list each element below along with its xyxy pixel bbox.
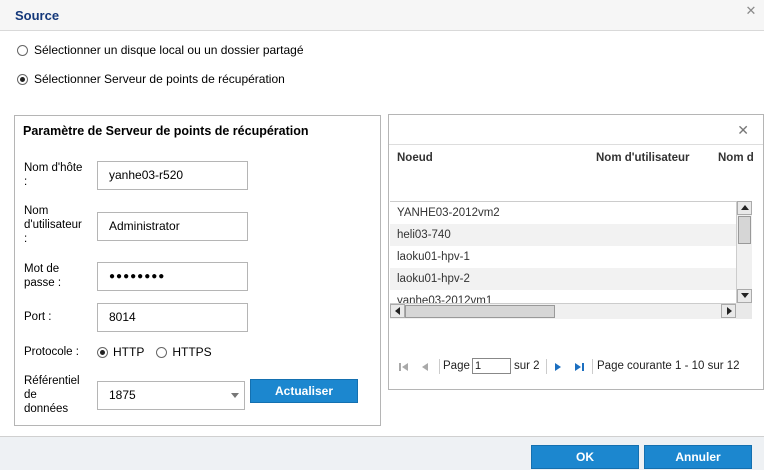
username-label: Nom d'utilisateur : [24, 204, 82, 246]
scroll-corner [736, 303, 752, 319]
table-row[interactable]: yanhe03-2012vm1 [390, 290, 736, 303]
table-row[interactable]: laoku01-hpv-1 [390, 246, 736, 268]
radio-https[interactable] [156, 346, 168, 358]
close-icon[interactable]: ✕ [744, 4, 758, 18]
scroll-thumb[interactable] [738, 216, 751, 244]
page-status: Page courante 1 - 10 sur 12 [597, 360, 740, 372]
page-label: Page [443, 360, 470, 372]
table-row[interactable]: laoku01-hpv-2 [390, 268, 736, 290]
datastore-label-line: Référentiel [24, 375, 80, 387]
datastore-value: 1875 [109, 388, 136, 402]
previous-page-icon[interactable] [419, 361, 431, 373]
column-header-name[interactable]: Nom d [718, 152, 754, 164]
datastore-label: Référentiel de données [24, 374, 80, 416]
scroll-thumb[interactable] [405, 305, 555, 318]
pager-separator [592, 359, 593, 374]
column-header-username[interactable]: Nom d'utilisateur [596, 152, 689, 164]
hostname-label-line: Nom d'hôte [24, 162, 83, 174]
scroll-up-button[interactable] [737, 201, 752, 215]
node-list-panel: ✕ Noeud Nom d'utilisateur Nom d YANHE03-… [388, 114, 764, 390]
protocol-https-label: HTTPS [172, 345, 212, 359]
close-icon[interactable]: ✕ [737, 122, 749, 139]
ok-button[interactable]: OK [531, 445, 639, 469]
hostname-label-line: : [24, 176, 28, 188]
scroll-left-button[interactable] [390, 304, 405, 318]
password-input[interactable]: ●●●●●●●● [97, 262, 248, 291]
protocol-http-label: HTTP [113, 345, 145, 359]
rps-settings-title: Paramètre de Serveur de points de récupé… [23, 124, 309, 138]
protocol-https-option[interactable]: HTTPS [156, 345, 212, 359]
source-option-local[interactable]: Sélectionner un disque local ou un dossi… [17, 43, 304, 57]
source-option-rps[interactable]: Sélectionner Serveur de points de récupé… [17, 72, 285, 86]
arrow-down-icon [741, 293, 749, 298]
username-label-line: Nom [24, 205, 49, 217]
username-input[interactable]: Administrator [97, 212, 248, 241]
next-page-icon[interactable] [552, 361, 564, 373]
radio-rps[interactable] [17, 73, 28, 85]
pagination-bar: Page 1 sur 2 Page courante 1 - 10 sur 12 [388, 357, 764, 377]
scroll-right-button[interactable] [721, 304, 736, 318]
rps-settings-panel: Paramètre de Serveur de points de récupé… [14, 115, 381, 426]
password-label: Mot de passe : [24, 262, 61, 290]
last-page-icon[interactable] [573, 361, 585, 373]
page-total-label: sur 2 [514, 360, 540, 372]
username-label-line: : [24, 233, 28, 245]
refresh-button[interactable]: Actualiser [250, 379, 358, 403]
password-label-line: passe : [24, 277, 62, 289]
page-number-input[interactable]: 1 [472, 358, 511, 374]
node-list-toolbar: ✕ [389, 115, 763, 145]
protocol-http-option[interactable]: HTTP [97, 345, 144, 359]
radio-http[interactable] [97, 346, 108, 358]
port-label: Port : [24, 311, 52, 323]
horizontal-scrollbar[interactable] [390, 303, 736, 319]
datastore-label-line: de [24, 389, 37, 401]
port-input[interactable]: 8014 [97, 303, 248, 332]
protocol-options: HTTP HTTPS [97, 345, 224, 359]
arrow-up-icon [741, 205, 749, 210]
datastore-select[interactable]: 1875 [97, 381, 245, 410]
pager-separator [439, 359, 440, 374]
dialog-footer: OK Annuler [0, 436, 764, 470]
chevron-down-icon [231, 393, 239, 398]
dialog-titlebar: Source ✕ [0, 0, 764, 31]
cancel-button[interactable]: Annuler [644, 445, 752, 469]
node-grid: YANHE03-2012vm2 heli03-740 laoku01-hpv-1… [390, 201, 736, 303]
table-row[interactable]: YANHE03-2012vm2 [390, 202, 736, 224]
dialog-title: Source [15, 8, 60, 23]
first-page-icon[interactable] [398, 361, 410, 373]
source-option-local-label: Sélectionner un disque local ou un dossi… [34, 43, 304, 57]
scroll-down-button[interactable] [737, 289, 752, 303]
vertical-scrollbar[interactable] [736, 201, 752, 303]
column-header-node[interactable]: Noeud [397, 152, 433, 164]
protocol-label: Protocole : [24, 346, 79, 358]
datastore-label-line: données [24, 403, 69, 415]
source-option-rps-label: Sélectionner Serveur de points de récupé… [34, 72, 285, 86]
pager-separator [546, 359, 547, 374]
table-row[interactable]: heli03-740 [390, 224, 736, 246]
hostname-label: Nom d'hôte : [24, 161, 82, 189]
password-label-line: Mot de [24, 263, 60, 275]
username-label-line: d'utilisateur [24, 219, 82, 231]
arrow-right-icon [727, 307, 732, 315]
hostname-input[interactable]: yanhe03-r520 [97, 161, 248, 190]
radio-local[interactable] [17, 44, 28, 56]
arrow-left-icon [395, 307, 400, 315]
